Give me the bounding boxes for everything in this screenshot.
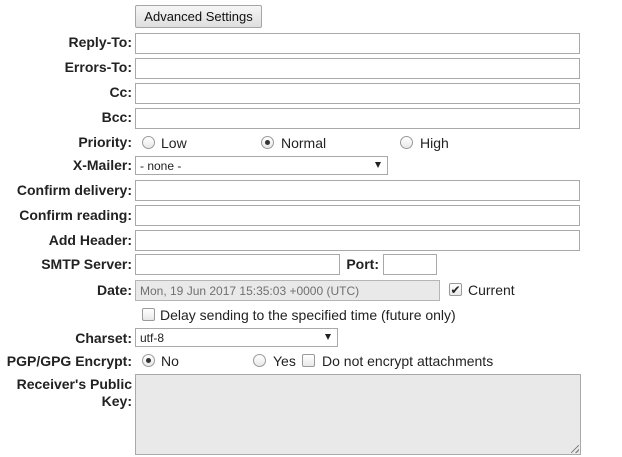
priority-low-radio[interactable]	[142, 136, 155, 149]
chevron-down-icon	[325, 334, 331, 340]
delay-sending-label: Delay sending to the specified time (fut…	[160, 307, 456, 323]
cc-input[interactable]	[135, 83, 580, 104]
port-label: Port:	[346, 256, 379, 272]
pgp-no-radio[interactable]	[142, 354, 155, 367]
receivers-public-key-label: Receiver's Public Key:	[0, 376, 132, 410]
priority-normal-radio[interactable]	[261, 136, 274, 149]
pgp-yes-radio[interactable]	[253, 354, 266, 367]
checkmark-icon: ✔	[450, 282, 461, 297]
confirm-delivery-input[interactable]	[135, 180, 580, 201]
bcc-label: Bcc:	[101, 109, 132, 125]
confirm-delivery-label: Confirm delivery:	[16, 182, 132, 198]
delay-sending-checkbox[interactable]	[142, 308, 155, 321]
receivers-public-key-label-line2: Key:	[101, 393, 132, 409]
pgp-yes-label: Yes	[273, 353, 296, 369]
pgp-encrypt-label: PGP/GPG Encrypt:	[6, 353, 132, 369]
add-header-label: Add Header:	[48, 232, 132, 248]
date-input[interactable]: Mon, 19 Jun 2017 15:35:03 +0000 (UTC)	[135, 280, 440, 301]
priority-high-radio[interactable]	[400, 136, 413, 149]
current-date-label: Current	[468, 282, 515, 298]
priority-label: Priority:	[78, 134, 132, 150]
add-header-input[interactable]	[135, 230, 580, 251]
priority-low-label: Low	[161, 135, 187, 151]
priority-high-label: High	[420, 135, 449, 151]
priority-normal-label: Normal	[281, 135, 327, 151]
charset-select[interactable]: utf-8	[135, 328, 338, 347]
bcc-input[interactable]	[135, 108, 580, 129]
charset-label: Charset:	[75, 330, 132, 346]
errors-to-input[interactable]	[135, 58, 580, 79]
no-encrypt-attachments-checkbox[interactable]	[302, 354, 315, 367]
x-mailer-selected-value: - none -	[140, 158, 182, 173]
receivers-public-key-label-line1: Receiver's Public	[16, 376, 132, 392]
chevron-down-icon	[375, 162, 381, 168]
confirm-reading-label: Confirm reading:	[19, 207, 132, 223]
pgp-no-label: No	[161, 353, 179, 369]
x-mailer-select[interactable]: - none -	[135, 156, 388, 175]
reply-to-label: Reply-To:	[68, 34, 132, 50]
resize-handle-icon[interactable]	[571, 445, 579, 453]
x-mailer-label: X-Mailer:	[72, 157, 132, 173]
charset-selected-value: utf-8	[140, 330, 165, 345]
confirm-reading-input[interactable]	[135, 205, 580, 226]
port-input[interactable]	[383, 254, 437, 275]
receivers-public-key-textarea[interactable]	[135, 374, 581, 455]
smtp-server-label: SMTP Server:	[41, 256, 132, 272]
reply-to-input[interactable]	[135, 33, 580, 54]
smtp-server-input[interactable]	[135, 254, 340, 275]
errors-to-label: Errors-To:	[64, 59, 132, 75]
advanced-settings-button[interactable]: Advanced Settings	[135, 5, 262, 28]
current-date-checkbox[interactable]: ✔	[449, 283, 462, 296]
no-encrypt-attachments-label: Do not encrypt attachments	[322, 353, 494, 369]
cc-label: Cc:	[109, 84, 132, 100]
date-label: Date:	[96, 282, 132, 298]
